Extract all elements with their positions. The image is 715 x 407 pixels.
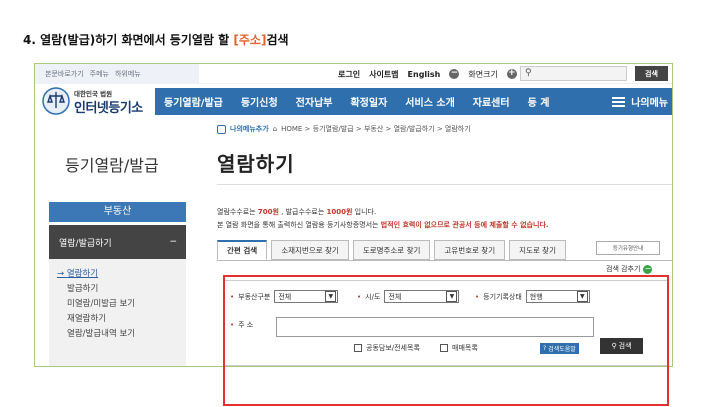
- fee-text: 열람수수료는: [217, 208, 258, 216]
- zoom-out-icon[interactable]: −: [449, 69, 460, 79]
- breadcrumb-path: HOME > 등기열람/발급 > 부동산 > 열람/발급하기 > 열람하기: [281, 125, 471, 133]
- breadcrumb: 나의메뉴추가 ⌂ HOME > 등기열람/발급 > 부동산 > 열람/발급하기 …: [217, 124, 471, 134]
- issue-fee: 1000원: [326, 208, 353, 216]
- skip-links: 본문바로가기 주메뉴 하위메뉴: [35, 64, 199, 84]
- notice-text: 본 열람 화면을 통해 출력하신 열람용 등기사항증명서는: [217, 221, 381, 229]
- skip-link-submenu[interactable]: 하위메뉴: [115, 69, 141, 79]
- sidebar-item-review[interactable]: 재열람하기: [67, 312, 186, 327]
- collapse-circle-icon: −: [643, 263, 653, 274]
- fee-notice: 열람수수료는 700원 , 발급수수료는 1000원 입니다. 본 열람 화면을…: [217, 206, 549, 232]
- step-title-suffix: 검색: [266, 33, 289, 47]
- tab-divider: [217, 260, 672, 261]
- login-link[interactable]: 로그인: [338, 69, 360, 80]
- search-tabs: 간편 검색 소재지번으로 찾기 도로명주소로 찾기 고유번호로 찾기 지도로 찾…: [217, 240, 566, 260]
- my-menu-label: 나의메뉴: [631, 98, 668, 109]
- site-search-input[interactable]: ⚲: [520, 66, 627, 81]
- fold-search-toggle[interactable]: 검색 감추기 −: [606, 263, 653, 274]
- collapse-icon: −: [169, 237, 177, 247]
- sidebar-item-unviewed[interactable]: 미열람/미발급 보기: [67, 297, 186, 312]
- view-fee: 700원: [257, 208, 279, 216]
- my-menu-button[interactable]: 나의메뉴: [612, 88, 668, 115]
- step-title: 4. 열람(발급)하기 화면에서 등기열람 할 [주소]검색: [23, 31, 289, 48]
- title-divider: [217, 184, 672, 185]
- utility-links: 로그인 사이트맵 English − 화면크기 +: [338, 64, 517, 84]
- english-link[interactable]: English: [408, 70, 441, 79]
- tab-road-address[interactable]: 도로명주소로 찾기: [352, 240, 431, 260]
- nav-item-stats[interactable]: 등 계: [519, 94, 559, 109]
- skip-link-mainmenu[interactable]: 주메뉴: [90, 69, 109, 79]
- sidebar-item-issue[interactable]: 발급하기: [67, 282, 186, 297]
- tab-unique-number[interactable]: 고유번호로 찾기: [434, 240, 506, 260]
- home-icon: ⌂: [272, 125, 278, 133]
- sidebar-list: 열람하기 발급하기 미열람/미발급 보기 재열람하기 열람/발급내역 보기: [49, 259, 186, 366]
- nav-item-fixed-date[interactable]: 확정일자: [341, 94, 396, 109]
- add-my-menu-link[interactable]: 나의메뉴추가: [230, 124, 269, 134]
- fee-line-1: 열람수수료는 700원 , 발급수수료는 1000원 입니다.: [217, 206, 549, 219]
- tab-simple-search[interactable]: 간편 검색: [217, 240, 268, 260]
- sidebar-group[interactable]: 열람/발급하기 −: [49, 225, 186, 259]
- nav-item-apply[interactable]: 등기신청: [232, 94, 287, 109]
- nav-item-resources[interactable]: 자료센터: [464, 94, 519, 109]
- fee-text: , 발급수수료는: [278, 208, 327, 216]
- sidebar-group-label: 열람/발급하기: [59, 238, 112, 249]
- registry-type-guide-button[interactable]: 등기유형안내: [596, 241, 660, 255]
- site-search-button[interactable]: 검색: [635, 66, 668, 81]
- search-icon: ⚲: [525, 68, 532, 78]
- court-emblem-icon: [42, 87, 70, 115]
- sidebar-item-history[interactable]: 열람/발급내역 보기: [67, 327, 186, 342]
- step-title-highlight: [주소]: [233, 33, 267, 47]
- nav-item-service[interactable]: 서비스 소개: [396, 94, 463, 109]
- main-nav: 등기열람/발급 등기신청 전자납부 확정일자 서비스 소개 자료센터 등 계 나…: [155, 88, 672, 115]
- highlight-box: [223, 275, 669, 406]
- fee-line-2: 본 열람 화면을 통해 출력하신 열람용 등기사항증명서는 법적인 효력이 없으…: [217, 219, 549, 232]
- tab-lot-number[interactable]: 소재지번으로 찾기: [271, 240, 349, 260]
- fold-label: 검색 감추기: [606, 265, 641, 273]
- notice-warning: 법적인 효력이 없으므로 관공서 등에 제출할 수 없습니다.: [380, 221, 549, 229]
- tab-map[interactable]: 지도로 찾기: [509, 240, 566, 260]
- skip-link-content[interactable]: 본문바로가기: [45, 69, 84, 79]
- sitemap-link[interactable]: 사이트맵: [369, 69, 398, 80]
- nav-item-view-issue[interactable]: 등기열람/발급: [155, 94, 232, 109]
- hamburger-icon: [612, 96, 626, 107]
- nav-item-payment[interactable]: 전자납부: [287, 94, 342, 109]
- zoom-in-icon[interactable]: +: [506, 69, 517, 79]
- logo-title: 인터넷등기소: [74, 101, 143, 116]
- utility-bar: 본문바로가기 주메뉴 하위메뉴 로그인 사이트맵 English − 화면크기 …: [35, 64, 672, 84]
- sidebar-title: 등기열람/발급: [65, 156, 159, 175]
- site-logo[interactable]: 대한민국 법원 인터넷등기소: [41, 84, 151, 120]
- step-title-prefix: 4. 열람(발급)하기 화면에서 등기열람 할: [23, 33, 234, 47]
- fee-text: 입니다.: [352, 208, 377, 216]
- checkbox-icon: [217, 124, 226, 134]
- sidebar-item-view[interactable]: 열람하기: [67, 267, 186, 282]
- zoom-label: 화면크기: [468, 69, 498, 79]
- page-title: 열람하기: [217, 152, 295, 176]
- sidebar-section[interactable]: 부동산: [49, 202, 186, 222]
